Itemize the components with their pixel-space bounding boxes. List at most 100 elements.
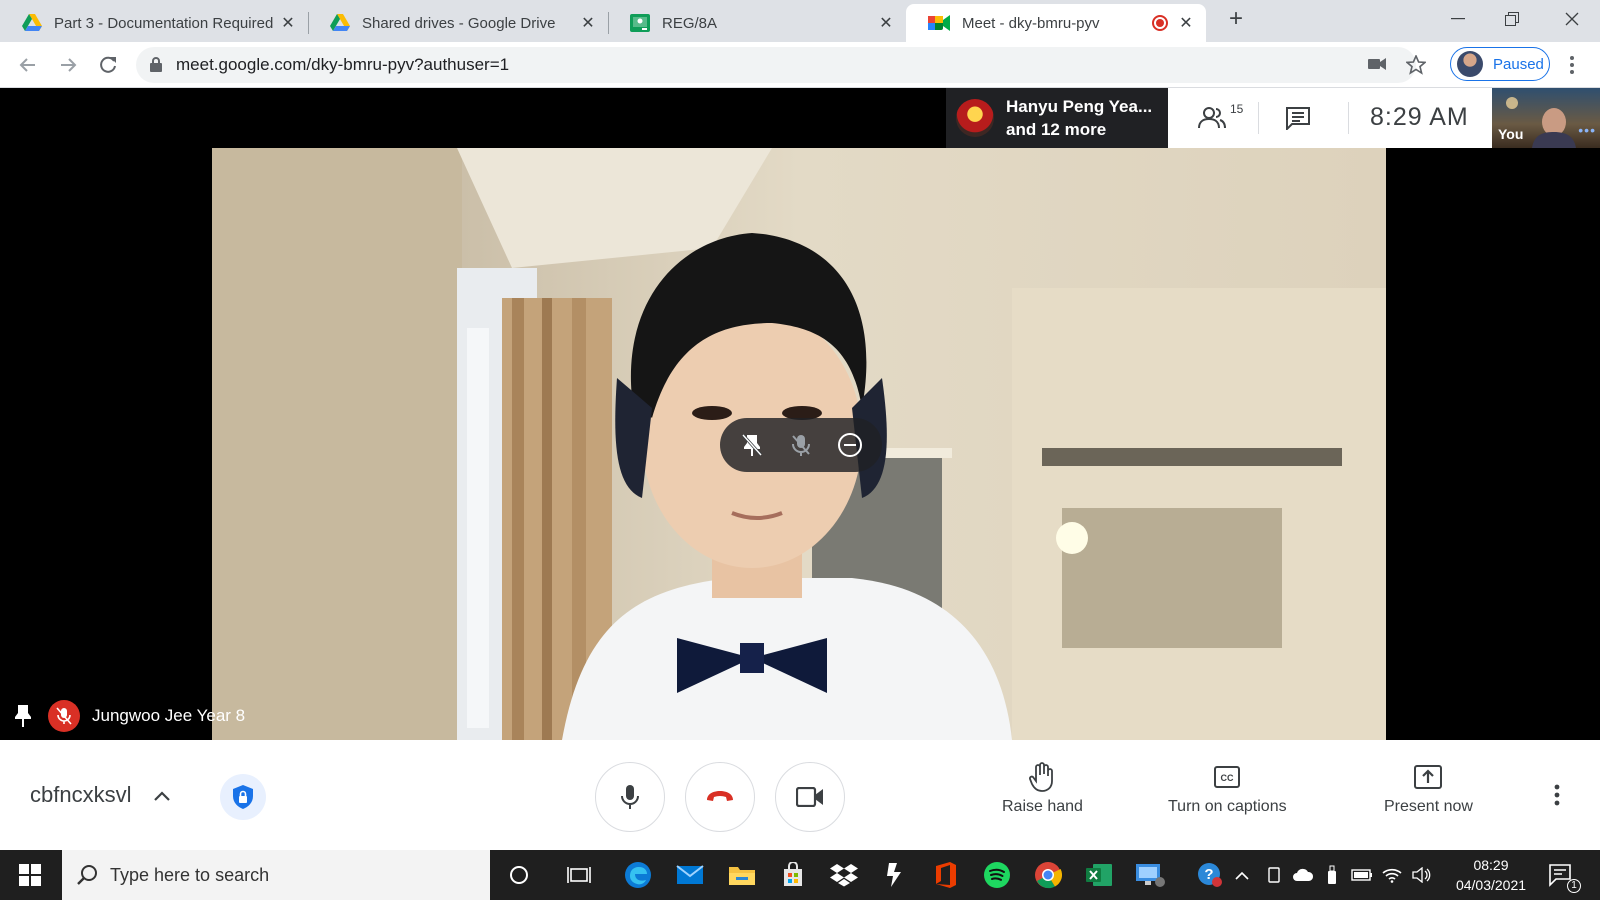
- present-now-label: Present now: [1384, 798, 1473, 815]
- file-explorer-icon[interactable]: [726, 859, 758, 891]
- close-icon[interactable]: ✕: [1176, 13, 1196, 33]
- mic-off-icon: [791, 435, 810, 456]
- participant-name-bar: Jungwoo Jee Year 8: [14, 700, 245, 732]
- excel-icon[interactable]: [1083, 859, 1115, 891]
- address-bar[interactable]: meet.google.com/dky-bmru-pyv?authuser=1: [136, 47, 1426, 83]
- self-label: You: [1498, 126, 1524, 142]
- tile-hover-controls: [720, 418, 882, 472]
- close-icon[interactable]: ✕: [876, 13, 896, 33]
- mute-participant-button[interactable]: [781, 425, 821, 465]
- presenter-avatar: [956, 99, 994, 137]
- edge-icon[interactable]: [622, 859, 654, 891]
- google-meet-icon: [928, 14, 950, 32]
- dropbox-icon[interactable]: [828, 859, 860, 891]
- unpin-button[interactable]: [732, 425, 772, 465]
- windows-taskbar: Type here to search ? 08:29 04/03/2021 1: [0, 850, 1600, 900]
- svg-text:CC: CC: [1221, 773, 1234, 783]
- forward-button[interactable]: [54, 51, 82, 79]
- browser-tab-strip: Part 3 - Documentation Required ✕ Shared…: [0, 0, 1600, 42]
- tab-title: REG/8A: [662, 14, 718, 32]
- search-placeholder: Type here to search: [110, 864, 270, 885]
- participant-count: 15: [1230, 102, 1244, 116]
- taskbar-date: 04/03/2021: [1455, 877, 1527, 893]
- tab-meet[interactable]: Meet - dky-bmru-pyv ✕: [906, 4, 1206, 42]
- battery-icon[interactable]: [1351, 864, 1373, 886]
- presenter-name: Hanyu Peng Yea...: [1006, 97, 1153, 116]
- meeting-details-button[interactable]: cbfncxksvl: [30, 782, 170, 808]
- chrome-icon[interactable]: [1032, 859, 1064, 891]
- close-icon[interactable]: ✕: [278, 13, 298, 33]
- device-icon[interactable]: [1263, 864, 1285, 886]
- minimize-button[interactable]: [1432, 0, 1484, 38]
- action-center-button[interactable]: 1: [1545, 859, 1581, 893]
- google-drive-icon: [22, 14, 42, 32]
- taskbar-clock[interactable]: 08:29 04/03/2021: [1452, 855, 1530, 895]
- reload-button[interactable]: [94, 51, 122, 79]
- microphone-icon: [621, 785, 639, 809]
- remote-desktop-icon[interactable]: [1134, 859, 1166, 891]
- captions-button[interactable]: CC Turn on captions: [1168, 760, 1287, 816]
- task-view-icon[interactable]: [563, 859, 595, 891]
- back-button[interactable]: [14, 51, 42, 79]
- presenter-more: and 12 more: [1006, 120, 1107, 139]
- tab-title: Shared drives - Google Drive: [362, 14, 556, 32]
- url-text: meet.google.com/dky-bmru-pyv?authuser=1: [176, 55, 510, 74]
- microphone-button[interactable]: [595, 762, 665, 832]
- present-now-button[interactable]: Present now: [1384, 760, 1473, 816]
- mail-icon[interactable]: [674, 859, 706, 891]
- present-screen-icon: [1414, 760, 1443, 794]
- more-vert-icon: [1554, 784, 1560, 806]
- meeting-controls: cbfncxksvl Raise hand CC Turn on caption…: [0, 740, 1600, 850]
- tab-title: Meet - dky-bmru-pyv: [962, 14, 1100, 32]
- raise-hand-button[interactable]: Raise hand: [1002, 760, 1083, 816]
- hang-up-icon: [707, 791, 733, 801]
- camera-in-use-icon[interactable]: [1368, 57, 1386, 71]
- muted-indicator: [48, 700, 80, 732]
- shield-lock-icon: [233, 785, 253, 809]
- office-icon[interactable]: [930, 859, 962, 891]
- camera-button[interactable]: [775, 762, 845, 832]
- chevron-up-icon[interactable]: [1231, 864, 1253, 886]
- divider: [1348, 102, 1349, 134]
- restore-button[interactable]: [1486, 0, 1538, 38]
- bookmark-star-icon[interactable]: [1406, 55, 1426, 75]
- profile-button[interactable]: Paused: [1450, 47, 1550, 81]
- lock-icon: [150, 57, 162, 72]
- self-view-tile[interactable]: You •••: [1492, 88, 1600, 148]
- cortana-icon[interactable]: [503, 859, 535, 891]
- close-window-button[interactable]: [1546, 0, 1598, 38]
- tab-documentation[interactable]: Part 3 - Documentation Required ✕: [0, 4, 308, 42]
- help-icon[interactable]: ?: [1194, 859, 1226, 891]
- lightning-app-icon[interactable]: [879, 859, 911, 891]
- leave-call-button[interactable]: [685, 762, 755, 832]
- wifi-icon[interactable]: [1381, 864, 1403, 886]
- avatar: [1457, 51, 1483, 77]
- tab-reg-8a[interactable]: REG/8A ✕: [608, 4, 906, 42]
- onedrive-cloud-icon[interactable]: [1292, 864, 1314, 886]
- unpin-icon: [742, 433, 763, 457]
- notification-count: 1: [1567, 879, 1581, 893]
- more-options-icon[interactable]: •••: [1578, 122, 1596, 138]
- search-icon: [76, 864, 98, 886]
- taskbar-search-box[interactable]: Type here to search: [62, 850, 490, 900]
- remove-participant-button[interactable]: [830, 425, 870, 465]
- start-button[interactable]: [14, 859, 46, 891]
- presenting-panel[interactable]: Hanyu Peng Yea... and 12 more: [946, 88, 1168, 148]
- browser-menu-button[interactable]: [1558, 51, 1586, 79]
- close-icon[interactable]: ✕: [578, 13, 598, 33]
- spotify-icon[interactable]: [981, 859, 1013, 891]
- host-controls-button[interactable]: [220, 774, 266, 820]
- tab-shared-drives[interactable]: Shared drives - Google Drive ✕: [308, 4, 608, 42]
- recording-indicator-icon: [1152, 15, 1168, 31]
- people-button[interactable]: 15: [1192, 102, 1243, 134]
- windows-logo-icon: [19, 864, 41, 886]
- chat-button[interactable]: [1278, 102, 1318, 134]
- participant-name: Jungwoo Jee Year 8: [92, 706, 246, 725]
- google-drive-icon: [330, 14, 350, 32]
- new-tab-button[interactable]: +: [1216, 0, 1256, 38]
- volume-icon[interactable]: [1411, 864, 1433, 886]
- browser-toolbar: meet.google.com/dky-bmru-pyv?authuser=1 …: [0, 42, 1600, 88]
- store-icon[interactable]: [777, 859, 809, 891]
- more-options-button[interactable]: [1554, 784, 1560, 806]
- usb-drive-icon[interactable]: [1321, 864, 1343, 886]
